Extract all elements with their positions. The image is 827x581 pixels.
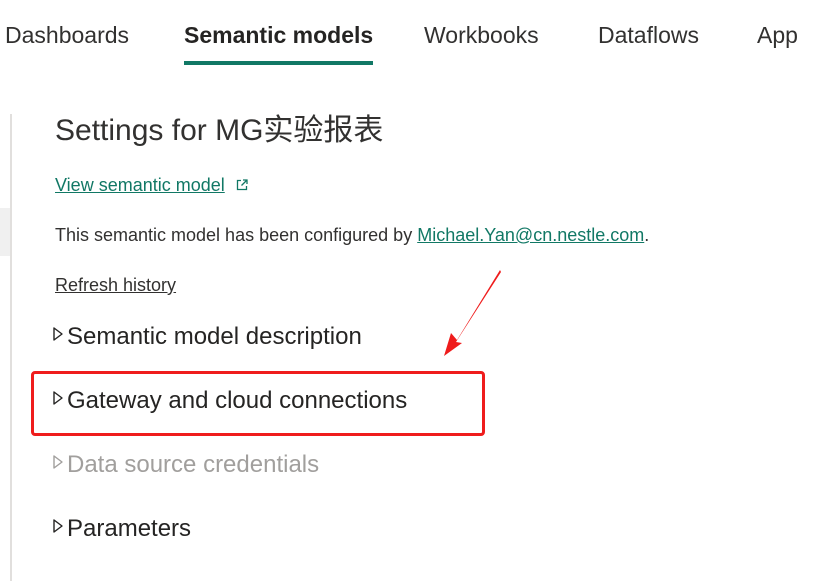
configured-by-suffix: .	[644, 225, 650, 245]
caret-right-icon	[53, 519, 63, 533]
refresh-history-link[interactable]: Refresh history	[55, 273, 176, 297]
configured-by-prefix: This semantic model has been configured …	[55, 225, 418, 245]
configured-by-text: This semantic model has been configured …	[55, 223, 649, 247]
top-tabs: Dashboards Semantic models Workbooks Dat…	[0, 0, 827, 70]
left-nav-divider	[10, 114, 12, 581]
view-semantic-model-link[interactable]: View semantic model	[55, 173, 249, 197]
caret-right-icon	[53, 327, 63, 341]
external-link-icon	[236, 179, 248, 191]
section-label: Parameters	[67, 515, 192, 542]
tab-semantic-models[interactable]: Semantic models	[184, 18, 374, 65]
active-tab-underline	[184, 61, 374, 65]
section-data-source-credentials: Data source credentials	[52, 449, 319, 481]
section-parameters[interactable]: Parameters	[52, 513, 191, 545]
tab-workbooks[interactable]: Workbooks	[424, 18, 539, 52]
page-title: Settings for MG实验报表	[55, 114, 384, 147]
tab-app[interactable]: App	[757, 18, 798, 52]
section-label: Semantic model description	[67, 323, 362, 350]
caret-right-icon	[53, 455, 63, 469]
tab-dataflows[interactable]: Dataflows	[598, 18, 699, 52]
tab-semantic-models-label: Semantic models	[184, 22, 374, 48]
section-semantic-model-description[interactable]: Semantic model description	[52, 321, 362, 353]
section-label: Data source credentials	[67, 451, 320, 478]
view-semantic-model-label: View semantic model	[55, 175, 225, 195]
owner-email-link[interactable]: Michael.Yan@cn.nestle.com	[417, 225, 644, 245]
tab-dashboards[interactable]: Dashboards	[5, 18, 129, 52]
annotation-highlight-box	[31, 371, 485, 436]
